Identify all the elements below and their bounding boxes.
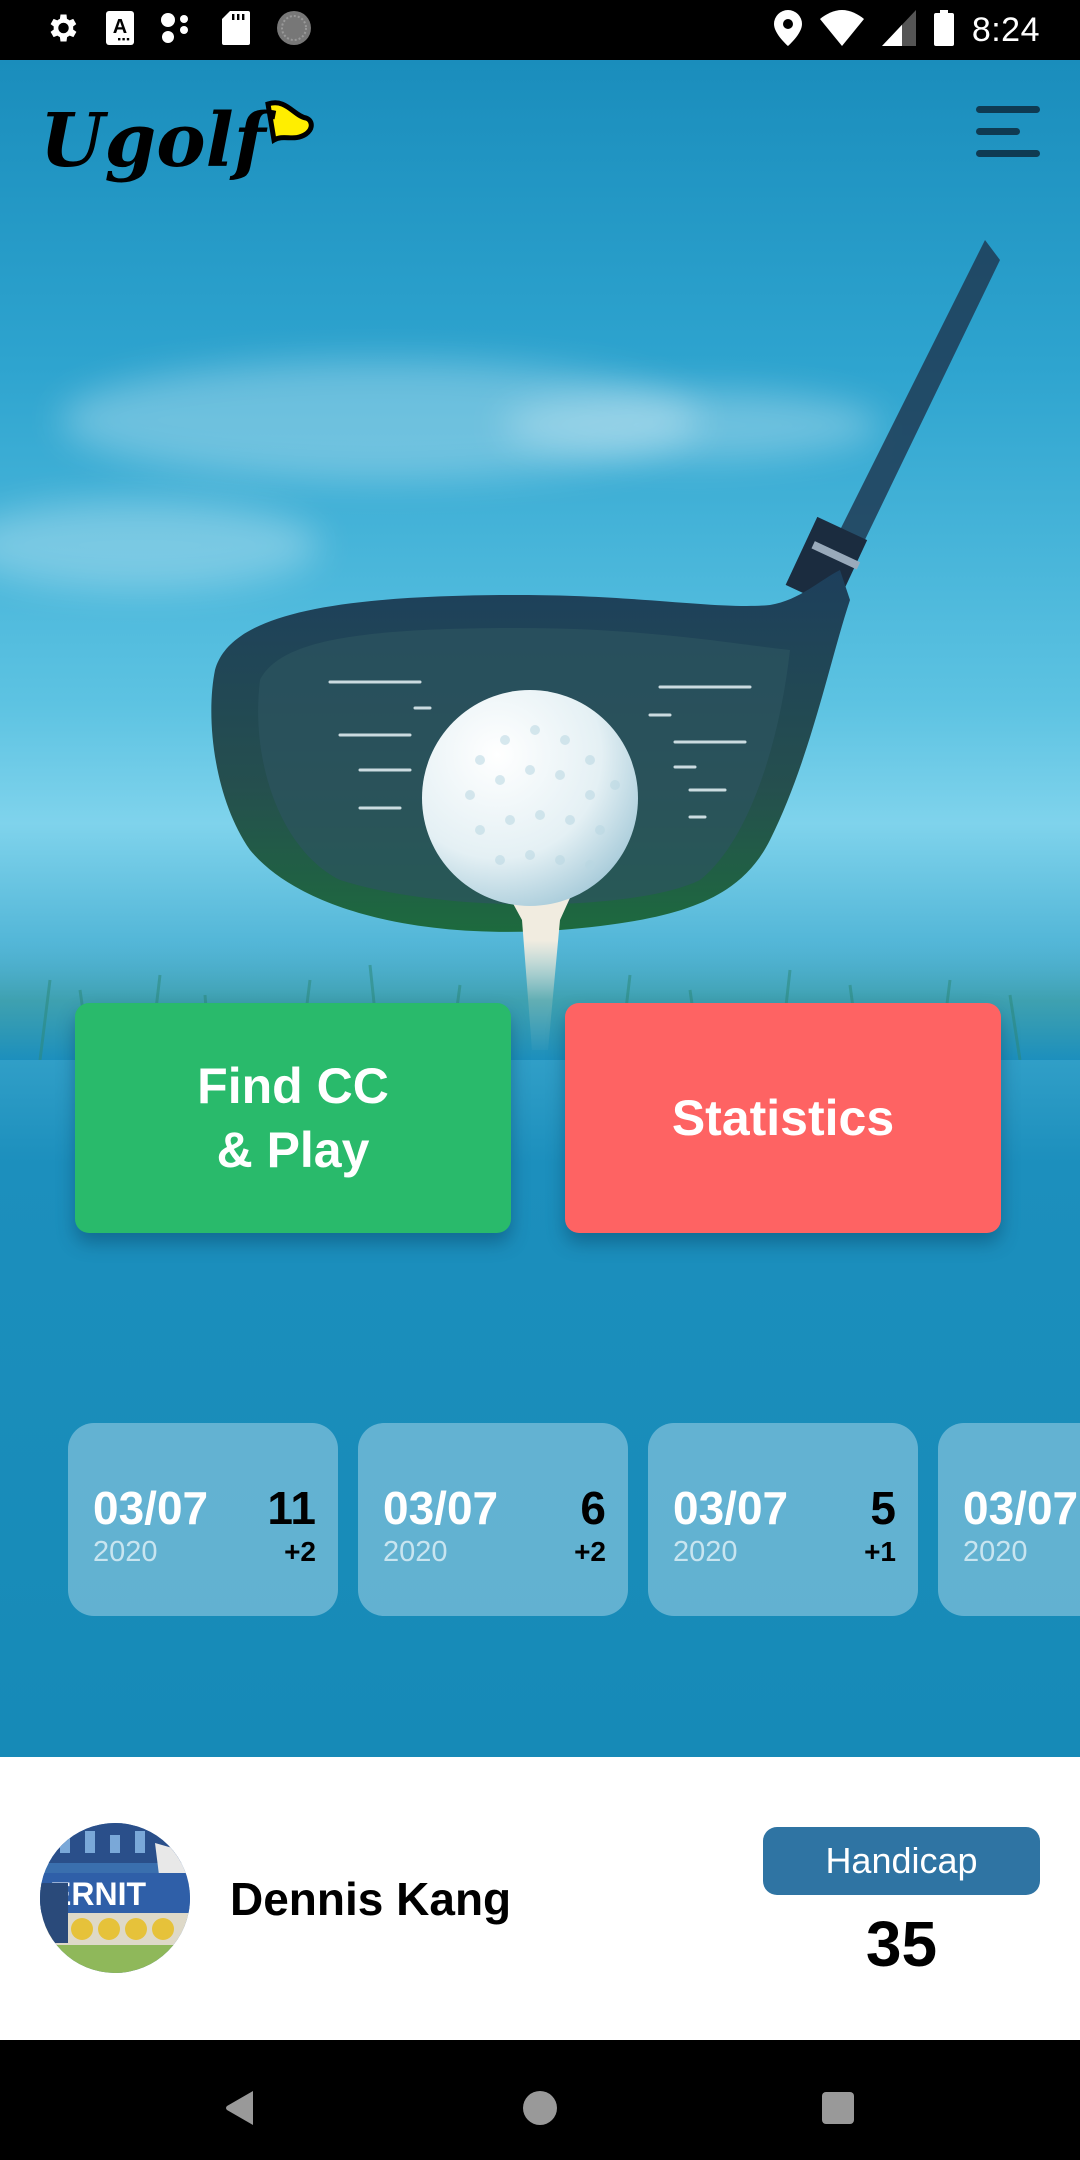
wifi-icon <box>819 9 864 51</box>
round-year: 2020 <box>673 1536 738 1568</box>
round-card[interactable]: 03/07 2020 5 +1 <box>648 1423 918 1616</box>
assistant-dots-icon <box>160 11 196 50</box>
user-name: Dennis Kang <box>230 1873 512 1925</box>
round-date: 03/07 <box>93 1482 209 1534</box>
clock: 8:24 <box>971 10 1040 49</box>
round-year: 2020 <box>93 1536 158 1568</box>
home-icon[interactable] <box>510 2078 570 2138</box>
settings-icon <box>44 10 80 51</box>
find-cc-play-label: Find CC & Play <box>197 1058 389 1178</box>
battery-icon <box>933 9 954 51</box>
handicap-button[interactable]: Handicap <box>763 1827 1040 1895</box>
round-diff: +1 <box>864 1536 896 1567</box>
logo-text: Ugolf <box>40 98 277 184</box>
recent-rounds-carousel[interactable]: 03/07 2020 11 +2 03/07 2020 6 +2 03/07 2… <box>0 1423 1080 1618</box>
statistics-label: Statistics <box>671 1090 895 1146</box>
sync-circle-icon <box>276 10 312 51</box>
home-screen: Ugolf Find CC & Play Statistics 03/07 20… <box>0 60 1080 1757</box>
profile-panel: ERNIT Dennis Kang Handicap 35 <box>0 1757 1080 2040</box>
round-year: 2020 <box>963 1536 1028 1568</box>
back-icon[interactable] <box>210 2078 270 2138</box>
system-nav-bar <box>0 2040 1080 2160</box>
text-a-icon: A <box>106 10 134 50</box>
round-date: 03/07 <box>963 1482 1079 1534</box>
handicap-value: 35 <box>865 1908 938 1980</box>
round-score: 6 <box>580 1482 606 1534</box>
round-diff: +2 <box>574 1536 606 1567</box>
round-card[interactable]: 03/07 2020 11 +2 <box>68 1423 338 1616</box>
round-card[interactable]: 03/07 2020 6 +2 <box>358 1423 628 1616</box>
avatar[interactable]: ERNIT <box>40 1823 190 1973</box>
statistics-button[interactable]: Statistics <box>565 1003 1001 1233</box>
recents-icon[interactable] <box>808 2078 868 2138</box>
system-status-icons: 8:24 <box>773 8 1040 52</box>
svg-text:A: A <box>113 16 127 38</box>
app-header: Ugolf <box>0 60 1080 220</box>
round-card[interactable]: 03/07 2020 <box>938 1423 1080 1616</box>
round-score: 5 <box>870 1482 896 1534</box>
hamburger-menu-icon[interactable] <box>974 102 1044 162</box>
sd-card-icon <box>222 10 250 50</box>
round-year: 2020 <box>383 1536 448 1568</box>
round-score: 11 <box>267 1482 316 1534</box>
cellular-signal-icon <box>881 9 916 51</box>
round-date: 03/07 <box>673 1482 789 1534</box>
round-date: 03/07 <box>383 1482 499 1534</box>
location-icon <box>773 9 802 51</box>
ugolf-logo: Ugolf <box>36 96 316 206</box>
handicap-label: Handicap <box>825 1840 978 1881</box>
round-diff: +2 <box>284 1536 316 1567</box>
find-cc-play-button[interactable]: Find CC & Play <box>75 1003 511 1233</box>
status-bar: A 8:24 <box>0 0 1080 60</box>
notification-icons: A <box>44 10 312 51</box>
